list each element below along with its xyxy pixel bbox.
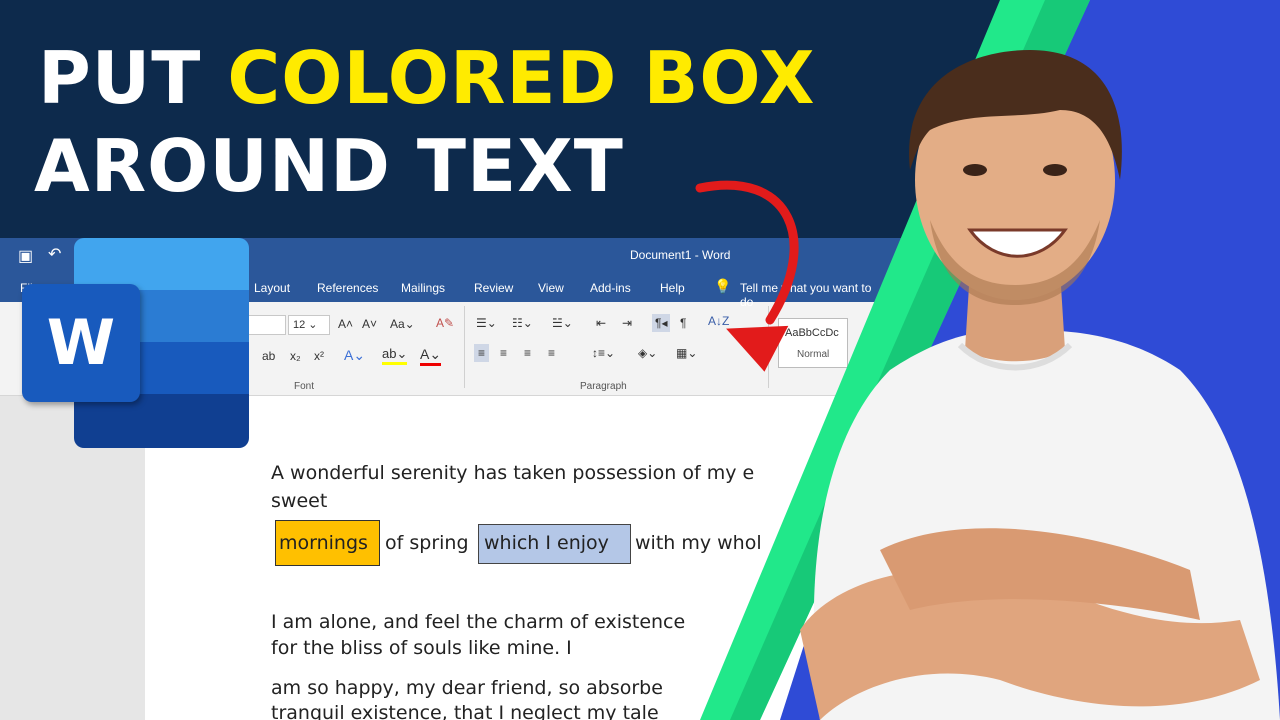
- headline-highlight: COLORED BOX: [227, 36, 816, 120]
- headline-plain: PUT: [38, 36, 228, 120]
- headline-line-1: PUT COLORED BOX: [38, 36, 815, 120]
- presenter-photo: [800, 50, 1280, 720]
- headline-line-2: AROUND TEXT: [34, 124, 624, 208]
